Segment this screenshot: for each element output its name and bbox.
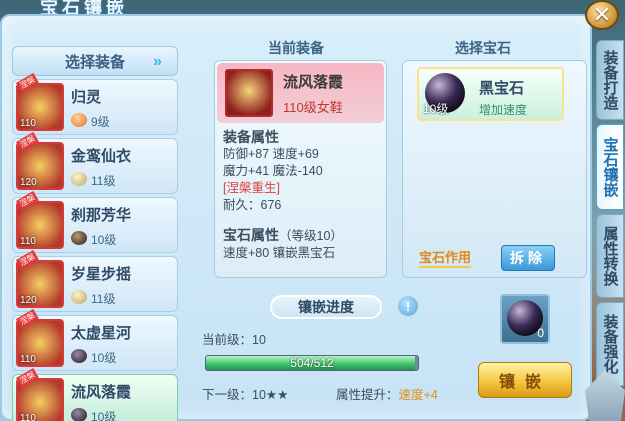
equipment-level: 120 [20,177,37,188]
equipment-list: 选择装备 » 涅槃 110 归灵 9级 涅槃 120 金鸾仙衣 11级 涅槃 1… [12,46,178,421]
gem-level: 10级 [91,351,117,365]
gem-attr-header: 宝石属性 [223,227,279,243]
gem-icon [71,172,87,186]
equip-durability: 耐久：676 [223,198,282,212]
equipment-list-header-label: 选择装备 [64,53,125,71]
equipment-icon: 涅槃 110 [16,73,64,131]
current-equip-title: 当前装备 [268,40,324,56]
gem-attrs: 宝石属性（等级10） 速度+80 镶嵌黑宝石 [223,227,343,262]
gem-icon [71,290,87,304]
equipment-name: 金鸾仙衣 [71,148,132,165]
equip-subtitle: 110级女鞋 [283,100,343,115]
equipment-name: 刹那芳华 [71,207,132,224]
gem-icon [71,408,87,421]
gem-level: 10级 [91,233,117,247]
attr-increase-value: 速度+4 [398,388,438,402]
equipment-level: 110 [20,413,36,421]
remove-button[interactable]: 拆除 [501,245,555,271]
equip-attr-line1: 防御+87 速度+69 [223,147,319,161]
gem-level: 9级 [91,115,110,129]
equipment-icon: 涅槃 120 [16,132,64,190]
equipment-icon: 涅槃 110 [16,309,64,367]
gem-icon [71,231,87,245]
equipment-list-item[interactable]: 涅槃 120 岁星步摇 11级 [12,250,178,312]
tab-attr-convert[interactable]: 属性转换 [596,214,624,298]
equipment-list-item[interactable]: 涅槃 110 刹那芳华 10级 [12,191,178,253]
gem-effect-link[interactable]: 宝石作用 [419,247,472,268]
gem-attr-level: （等级10） [279,229,343,243]
tab-equip-forge[interactable]: 装备打造 [596,40,624,120]
equipment-level: 110 [20,236,36,247]
progress-title: 镶嵌进度 [270,295,382,319]
equipment-name: 岁星步摇 [71,266,132,283]
gem-level: 11级 [91,174,116,188]
main-panel: 选择装备 » 涅槃 110 归灵 9级 涅槃 120 金鸾仙衣 11级 涅槃 1… [0,14,592,421]
equip-attr-header: 装备属性 [223,129,279,145]
tab-gem-inlay[interactable]: 宝石镶嵌 [596,124,624,210]
progress-bar: 504/512 [205,355,419,371]
equipment-icon: 涅槃 110 [16,191,64,249]
gem-material-count: 0 [537,326,544,340]
equipment-list-item[interactable]: 涅槃 110 归灵 9级 [12,73,178,135]
equip-attr-line2: 魔力+41 魔法-140 [223,164,323,178]
double-chevron-right-icon[interactable]: » [153,53,171,71]
attr-increase-label: 属性提升： [336,388,399,402]
gem-icon [71,349,87,363]
equipment-list-item[interactable]: 涅槃 110 太虚星河 10级 [12,309,178,371]
equipment-name: 太虚星河 [71,325,132,342]
select-gem-title: 选择宝石 [455,40,511,56]
help-icon[interactable]: ! [398,296,418,316]
progress-bar-text: 504/512 [290,356,334,370]
gem-attr-line: 速度+80 镶嵌黑宝石 [223,246,336,260]
equip-name: 流风落霞 [283,74,344,91]
equipment-list-item[interactable]: 涅槃 110 流风落霞 10级 [12,368,178,421]
equip-attrs: 装备属性 防御+87 速度+69 魔力+41 魔法-140 [涅槃重生] 耐久：… [223,129,323,214]
equipment-icon: 涅槃 120 [16,250,64,308]
shoes-icon [225,69,273,117]
equipment-icon: 涅槃 110 [16,368,64,421]
equip-header: 流风落霞 110级女鞋 [217,63,384,123]
gem-icon [71,113,87,127]
equipment-level: 110 [20,354,36,365]
equip-attr-special: [涅槃重生] [223,181,280,195]
current-equip-card: 流风落霞 110级女鞋 装备属性 防御+87 速度+69 魔力+41 魔法-14… [214,60,387,278]
gem-option-name: 黑宝石 [479,80,525,97]
equipment-level: 120 [20,295,37,306]
attr-increase: 属性提升：速度+4 [336,384,438,403]
equipment-name: 流风落霞 [71,384,132,401]
gem-select-area: 10级 黑宝石 增加速度 宝石作用 拆除 [402,60,587,278]
inlay-button[interactable]: 镶嵌 [478,362,572,398]
close-button[interactable]: ✕ [585,0,619,30]
gem-material-slot[interactable]: 0 [500,294,550,344]
equipment-name: 归灵 [71,89,102,106]
equipment-level: 110 [20,118,36,129]
gem-option-level: 10级 [423,102,449,116]
tab-equip-enhance[interactable]: 装备强化 [596,302,624,386]
gem-level: 11级 [91,292,116,306]
gem-option[interactable]: 10级 黑宝石 增加速度 [417,67,564,121]
gem-option-desc: 增加速度 [479,103,528,117]
current-level: 当前级：10 [202,333,266,347]
equipment-list-item[interactable]: 涅槃 120 金鸾仙衣 11级 [12,132,178,194]
gem-level: 10级 [91,410,117,421]
next-level: 下一级：10★★ [202,388,289,402]
equipment-list-header[interactable]: 选择装备 » [12,46,178,76]
